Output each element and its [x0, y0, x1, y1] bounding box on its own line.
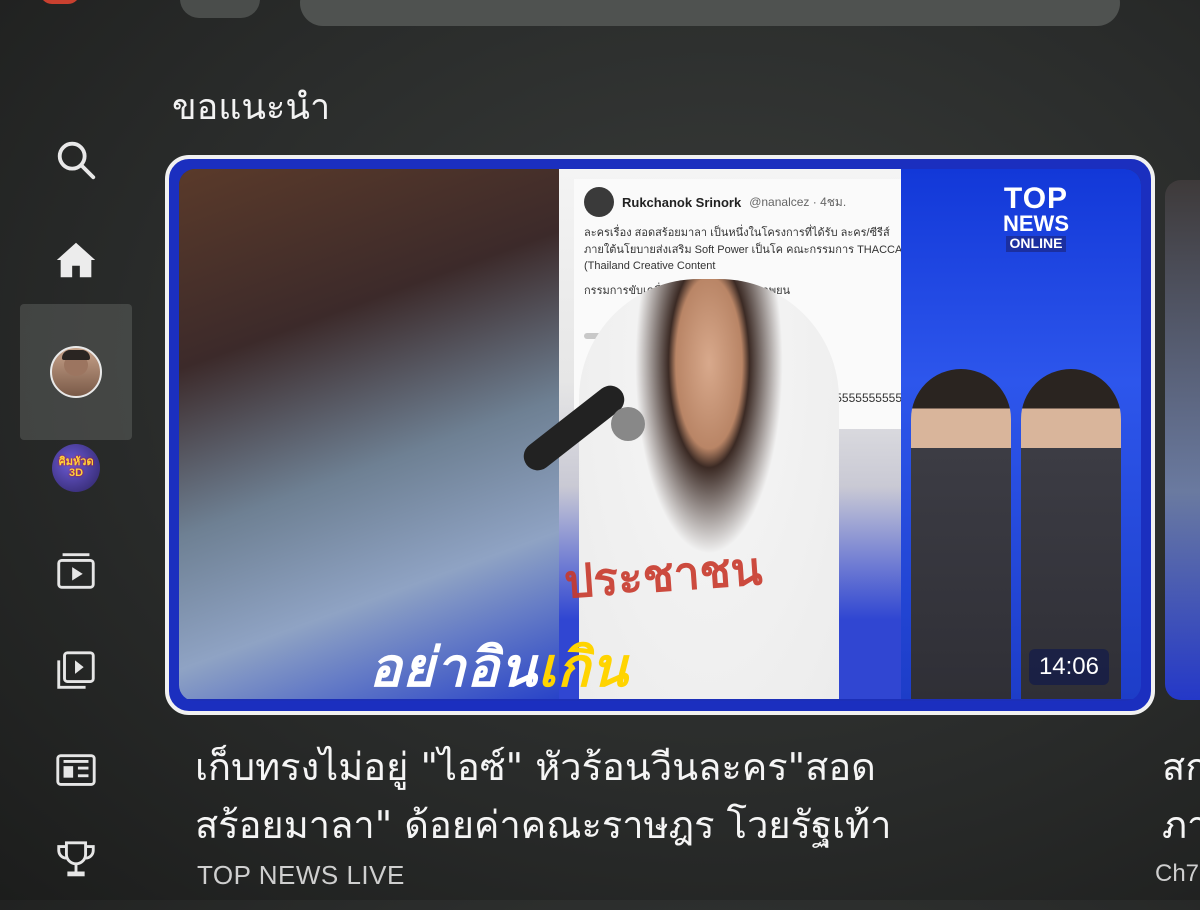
next-video-channel[interactable]: Ch7 — [1155, 860, 1199, 888]
video-thumbnail: Rukchanok Srinork @nanalcez · 4ชม. ละครเ… — [179, 169, 1141, 701]
section-title: ขอแนะนำ — [172, 87, 331, 128]
thumbnail-drama-image — [179, 169, 559, 699]
top-search-bar[interactable] — [300, 0, 1120, 26]
video-title-line1: เก็บทรงไม่อยู่ "ไอซ์" หัวร้อนวีนละคร"สอด — [195, 745, 876, 789]
news-anchor-left — [911, 369, 1011, 699]
subscriptions-icon — [57, 553, 95, 589]
sidebar: คิมหัวด 3D — [0, 110, 140, 900]
logo-line3: ONLINE — [1005, 236, 1067, 252]
next-video-title-line1: สก — [1162, 745, 1200, 789]
next-video-title[interactable]: สก ภา — [1162, 738, 1200, 854]
microphone-head — [611, 407, 645, 441]
thumbnail-shirt-text: ประชาชน — [562, 541, 764, 609]
video-title[interactable]: เก็บทรงไม่อยู่ "ไอซ์" หัวร้อนวีนละคร"สอด… — [195, 738, 1055, 854]
search-icon — [57, 141, 96, 180]
video-title-line2: สร้อยมาลา" ด้อยค่าคณะราษฎร โวยรัฐเท้า — [195, 803, 892, 847]
thumbnail-headline-yellow: เกิน — [537, 636, 629, 699]
tweet-author: Rukchanok Srinork — [622, 194, 742, 210]
logo-line1: TOP — [1003, 182, 1069, 215]
home-icon — [56, 242, 96, 278]
sidebar-item-search[interactable] — [20, 110, 132, 210]
sidebar-item-news[interactable] — [20, 720, 132, 820]
sidebar-item-library[interactable] — [20, 620, 132, 720]
thumbnail-anchor-panel: TOP NEWS ONLINE — [901, 169, 1141, 699]
tweet-body: ละครเรื่อง สอดสร้อยมาลา เป็นหนึ่งในโครงก… — [584, 227, 902, 272]
thumbnail-headline: อย่าอินเกิน — [369, 624, 629, 701]
next-video-card[interactable] — [1165, 180, 1200, 700]
top-news-logo: TOP NEWS ONLINE — [991, 182, 1081, 252]
tweet-handle: @nanalcez · 4ชม. — [749, 194, 847, 209]
video-card[interactable]: Rukchanok Srinork @nanalcez · 4ชม. ละครเ… — [165, 155, 1155, 715]
logo-line2: NEWS — [1003, 210, 1069, 236]
sidebar-item-home[interactable] — [20, 210, 132, 310]
next-video-title-line2: ภา — [1162, 803, 1200, 847]
library-icon — [57, 651, 95, 689]
top-nav-pill[interactable] — [180, 0, 260, 18]
tweet-avatar — [584, 187, 614, 217]
thumbnail-headline-white: อย่าอิน — [369, 636, 538, 699]
sidebar-item-trophy[interactable] — [20, 810, 132, 910]
avatar — [50, 346, 102, 398]
sidebar-item-channel[interactable]: คิมหัวด 3D — [20, 418, 132, 518]
sidebar-item-subscriptions[interactable] — [20, 520, 132, 620]
trophy-icon — [57, 841, 95, 877]
channel-name[interactable]: TOP NEWS LIVE — [197, 860, 405, 891]
top-indicator — [40, 0, 80, 4]
news-icon — [56, 754, 96, 786]
channel-avatar: คิมหัวด 3D — [52, 444, 100, 492]
video-duration: 14:06 — [1028, 649, 1109, 685]
